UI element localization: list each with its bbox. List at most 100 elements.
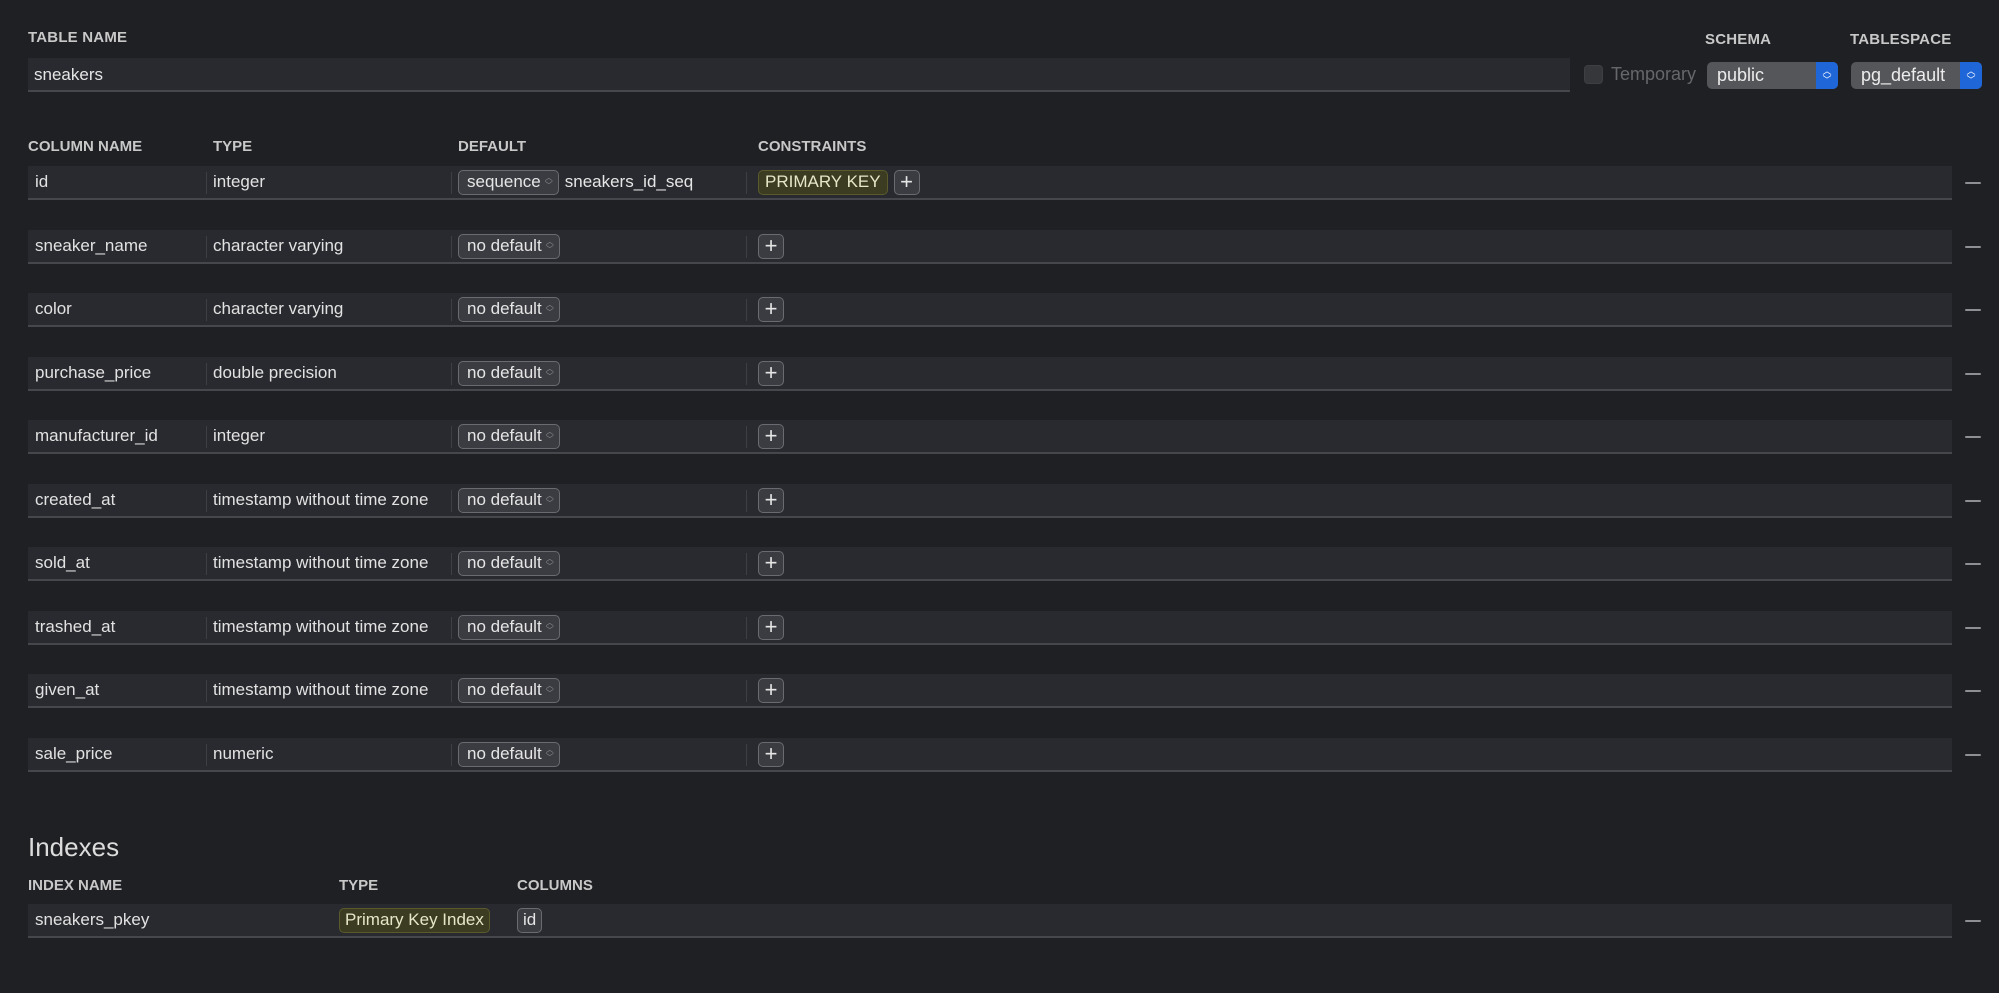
default-popup[interactable]: no default ︿ ﹀ bbox=[458, 550, 560, 576]
schema-select[interactable]: public ︿ ﹀ bbox=[1707, 62, 1838, 89]
default-popup-value: no default bbox=[467, 299, 542, 318]
constraints-cell: + bbox=[758, 357, 784, 389]
remove-column-button[interactable] bbox=[1965, 182, 1981, 184]
remove-column-button[interactable] bbox=[1965, 754, 1981, 756]
table-name-label: TABLE NAME bbox=[28, 29, 128, 46]
column-type[interactable]: character varying bbox=[213, 293, 343, 325]
plus-icon: + bbox=[764, 233, 778, 258]
chevron-up-down-icon: ︿ ﹀ bbox=[1960, 62, 1982, 89]
column-row[interactable]: sold_at timestamp without time zone no de… bbox=[28, 547, 1952, 581]
temporary-checkbox[interactable] bbox=[1584, 65, 1603, 84]
add-constraint-button[interactable]: + bbox=[758, 487, 784, 513]
remove-index-button[interactable] bbox=[1965, 920, 1981, 922]
column-divider bbox=[206, 172, 207, 194]
index-column-badge[interactable]: id bbox=[517, 907, 543, 933]
remove-column-button[interactable] bbox=[1965, 246, 1981, 248]
column-row[interactable]: manufacturer_id integer no default ︿ ﹀ + bbox=[28, 420, 1952, 454]
table-name-input[interactable]: sneakers bbox=[28, 58, 1570, 92]
column-row[interactable]: purchase_price double precision no defaul… bbox=[28, 357, 1952, 391]
chevron-up-down-icon: ︿ ﹀ bbox=[545, 554, 554, 571]
index-name[interactable]: sneakers_pkey bbox=[35, 904, 149, 936]
default-popup[interactable]: no default ︿ ﹀ bbox=[458, 614, 560, 640]
column-divider bbox=[206, 680, 207, 702]
column-row[interactable]: given_at timestamp without time zone no d… bbox=[28, 674, 1952, 708]
column-name[interactable]: trashed_at bbox=[35, 611, 115, 643]
add-constraint-button[interactable]: + bbox=[758, 550, 784, 576]
chevron-up-down-icon: ︿ ﹀ bbox=[545, 300, 554, 317]
column-type[interactable]: timestamp without time zone bbox=[213, 547, 428, 579]
column-row[interactable]: id integer sequence ︿ ﹀ sneakers_id_seq PRI… bbox=[28, 166, 1952, 200]
column-divider bbox=[746, 236, 747, 258]
temporary-toggle[interactable]: Temporary bbox=[1584, 64, 1696, 85]
column-row[interactable]: color character varying no default ︿ ﹀ + bbox=[28, 293, 1952, 327]
column-type[interactable]: double precision bbox=[213, 357, 337, 389]
add-constraint-button[interactable]: + bbox=[758, 296, 784, 322]
column-row[interactable]: sneaker_name character varying no default… bbox=[28, 230, 1952, 264]
column-name[interactable]: created_at bbox=[35, 484, 115, 516]
column-type[interactable]: integer bbox=[213, 420, 265, 452]
default-popup[interactable]: no default ︿ ﹀ bbox=[458, 423, 560, 449]
tablespace-value: pg_default bbox=[1861, 65, 1946, 85]
remove-column-button[interactable] bbox=[1965, 436, 1981, 438]
column-name[interactable]: color bbox=[35, 293, 72, 325]
column-row[interactable]: created_at timestamp without time zone no… bbox=[28, 484, 1952, 518]
add-constraint-button[interactable]: + bbox=[758, 360, 784, 386]
column-name[interactable]: sneaker_name bbox=[35, 230, 147, 262]
column-type[interactable]: timestamp without time zone bbox=[213, 611, 428, 643]
column-divider bbox=[451, 680, 452, 702]
add-constraint-button[interactable]: + bbox=[758, 423, 784, 449]
column-name[interactable]: id bbox=[35, 166, 48, 198]
constraint-badge[interactable]: PRIMARY KEY bbox=[758, 169, 888, 195]
column-divider bbox=[746, 553, 747, 575]
column-name[interactable]: manufacturer_id bbox=[35, 420, 158, 452]
remove-column-button[interactable] bbox=[1965, 500, 1981, 502]
default-popup[interactable]: no default ︿ ﹀ bbox=[458, 487, 560, 513]
default-popup[interactable]: no default ︿ ﹀ bbox=[458, 677, 560, 703]
chevron-up-down-icon: ︿ ﹀ bbox=[545, 681, 554, 698]
add-constraint-button[interactable]: + bbox=[758, 677, 784, 703]
column-divider bbox=[206, 553, 207, 575]
remove-column-button[interactable] bbox=[1965, 373, 1981, 375]
remove-column-button[interactable] bbox=[1965, 690, 1981, 692]
column-name[interactable]: purchase_price bbox=[35, 357, 151, 389]
column-divider bbox=[746, 744, 747, 766]
default-popup-value: no default bbox=[467, 553, 542, 572]
default-popup-value: no default bbox=[467, 680, 542, 699]
default-popup[interactable]: no default ︿ ﹀ bbox=[458, 296, 560, 322]
column-divider bbox=[746, 680, 747, 702]
column-divider bbox=[746, 617, 747, 639]
remove-column-button[interactable] bbox=[1965, 309, 1981, 311]
column-name[interactable]: sale_price bbox=[35, 738, 113, 770]
column-type[interactable]: timestamp without time zone bbox=[213, 674, 428, 706]
column-type[interactable]: timestamp without time zone bbox=[213, 484, 428, 516]
default-popup-value: no default bbox=[467, 426, 542, 445]
column-row[interactable]: sale_price numeric no default ︿ ﹀ + bbox=[28, 738, 1952, 772]
remove-column-button[interactable] bbox=[1965, 627, 1981, 629]
default-popup[interactable]: no default ︿ ﹀ bbox=[458, 233, 560, 259]
default-popup[interactable]: sequence ︿ ﹀ bbox=[458, 169, 559, 195]
index-row[interactable]: sneakers_pkey Primary Key Index id bbox=[28, 904, 1952, 938]
column-row[interactable]: trashed_at timestamp without time zone no… bbox=[28, 611, 1952, 645]
schema-label: SCHEMA bbox=[1705, 31, 1772, 48]
default-popup[interactable]: no default ︿ ﹀ bbox=[458, 741, 560, 767]
add-constraint-button[interactable]: + bbox=[893, 169, 920, 195]
default-cell: no default ︿ ﹀ bbox=[458, 293, 560, 325]
tablespace-select[interactable]: pg_default ︿ ﹀ bbox=[1851, 62, 1982, 89]
default-popup[interactable]: no default ︿ ﹀ bbox=[458, 360, 560, 386]
add-constraint-button[interactable]: + bbox=[758, 614, 784, 640]
default-value[interactable]: sneakers_id_seq bbox=[565, 172, 694, 192]
remove-column-button[interactable] bbox=[1965, 563, 1981, 565]
index-type-badge[interactable]: Primary Key Index bbox=[339, 907, 490, 933]
column-name[interactable]: given_at bbox=[35, 674, 99, 706]
column-type[interactable]: character varying bbox=[213, 230, 343, 262]
chevron-up-down-icon: ︿ ﹀ bbox=[544, 173, 553, 190]
index-name-header: INDEX NAME bbox=[28, 877, 123, 894]
add-constraint-button[interactable]: + bbox=[758, 233, 784, 259]
column-type[interactable]: integer bbox=[213, 166, 265, 198]
default-cell: no default ︿ ﹀ bbox=[458, 674, 560, 706]
constraints-cell: + bbox=[758, 738, 784, 770]
column-name[interactable]: sold_at bbox=[35, 547, 90, 579]
add-constraint-button[interactable]: + bbox=[758, 741, 784, 767]
column-type[interactable]: numeric bbox=[213, 738, 273, 770]
default-popup-value: sequence bbox=[467, 172, 541, 191]
